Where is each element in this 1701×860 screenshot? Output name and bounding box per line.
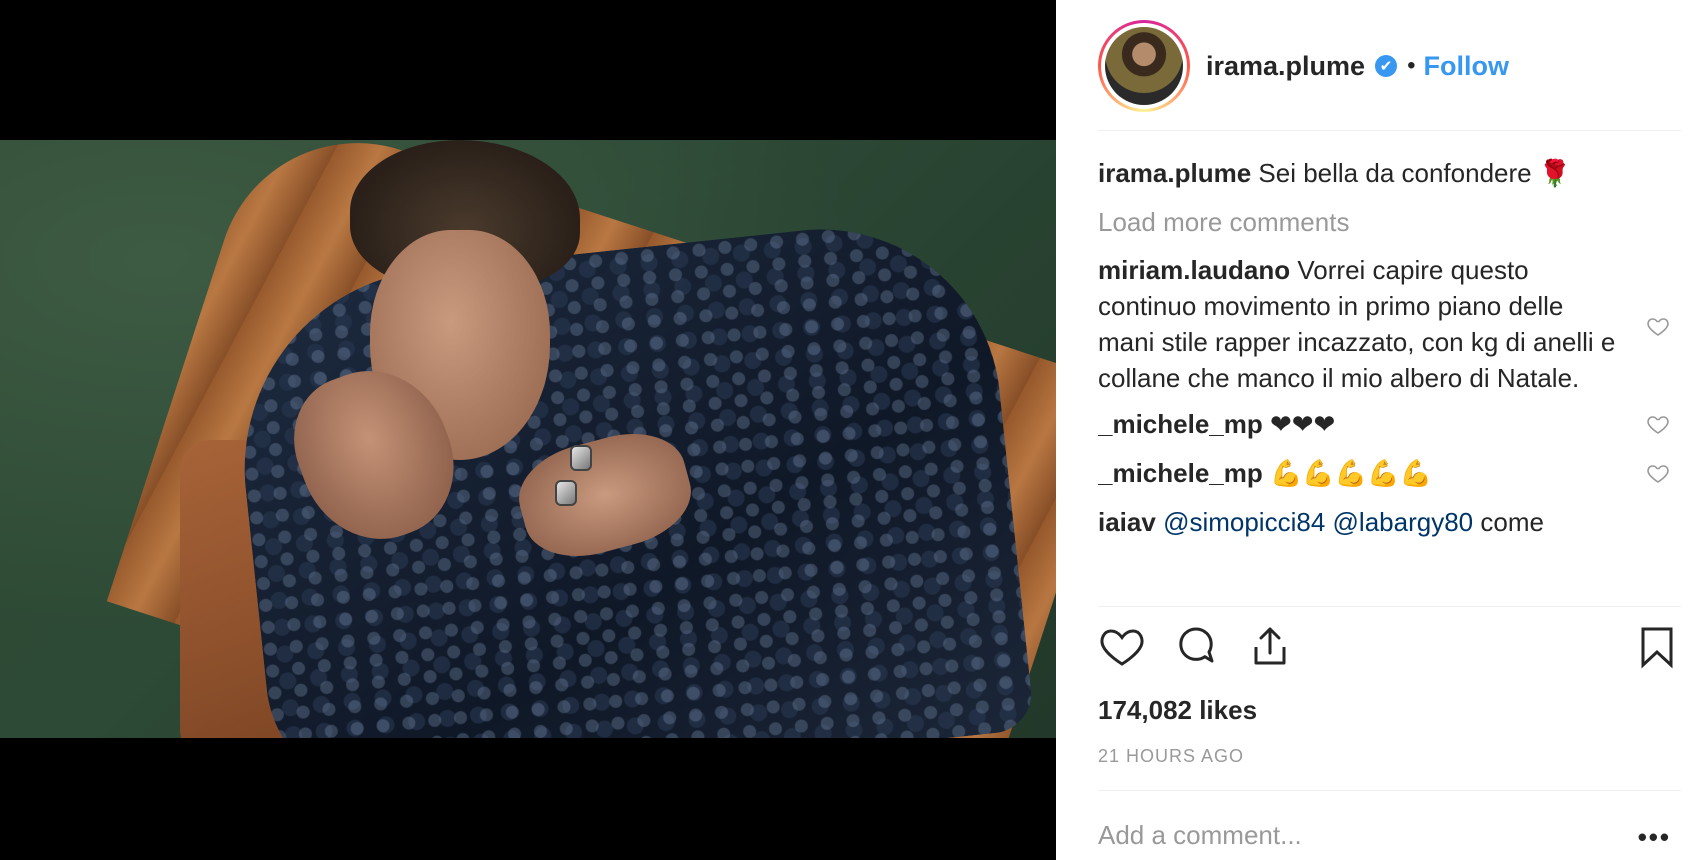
comment-mention[interactable]: @simopicci84 — [1163, 507, 1325, 537]
post-timestamp[interactable]: 21 HOURS AGO — [1098, 746, 1244, 767]
photo-ring — [555, 480, 577, 506]
comments-list[interactable]: irama.plume Sei bella da confondere 🌹 Lo… — [1098, 155, 1678, 600]
caption-text: Sei bella da confondere — [1258, 158, 1532, 188]
comment-item: _michele_mp ❤❤❤ — [1098, 406, 1678, 443]
comment-text: come — [1480, 507, 1544, 537]
bookmark-icon[interactable] — [1633, 622, 1681, 672]
header-separator: • — [1407, 52, 1416, 79]
avatar-frame — [1101, 23, 1187, 109]
photo-ring — [570, 445, 592, 471]
comment-text: ❤❤❤ — [1269, 410, 1336, 440]
likes-count[interactable]: 174,082 likes — [1098, 695, 1257, 726]
post-actions — [1098, 622, 1681, 678]
share-icon[interactable] — [1246, 622, 1294, 672]
comment-box-divider — [1098, 790, 1681, 791]
comment-username[interactable]: miriam.laudano — [1098, 255, 1290, 285]
avatar — [1105, 27, 1183, 105]
header-divider — [1098, 130, 1681, 131]
load-more-comments-button[interactable]: Load more comments — [1098, 204, 1678, 240]
comment-heart-icon[interactable] — [1646, 412, 1670, 436]
avatar-story-ring[interactable] — [1098, 20, 1190, 112]
comment-icon[interactable] — [1172, 622, 1220, 672]
heart-icon[interactable] — [1098, 622, 1146, 672]
comment-username[interactable]: _michele_mp — [1098, 458, 1263, 488]
comment-mention[interactable]: @labargy80 — [1333, 507, 1474, 537]
actions-divider — [1098, 606, 1681, 607]
comment-heart-icon[interactable] — [1646, 461, 1670, 485]
header-username[interactable]: irama.plume — [1206, 51, 1365, 82]
comment-username[interactable]: iaiav — [1098, 507, 1156, 537]
post-side-panel: irama.plume ✔ • Follow irama.plume Sei b… — [1056, 0, 1701, 860]
comment-item: _michele_mp 💪💪💪💪💪 — [1098, 455, 1678, 492]
comment-username[interactable]: _michele_mp — [1098, 409, 1263, 439]
verified-badge-icon: ✔ — [1375, 55, 1398, 77]
post-header: irama.plume ✔ • Follow — [1098, 18, 1681, 114]
comment-text: 💪💪💪💪💪 — [1269, 459, 1432, 489]
comment-heart-icon[interactable] — [1646, 314, 1670, 338]
post-photo[interactable] — [0, 140, 1056, 738]
post-caption: irama.plume Sei bella da confondere 🌹 — [1098, 155, 1678, 192]
comment-item: miriam.laudano Vorrei capire questo cont… — [1098, 252, 1678, 396]
follow-button[interactable]: Follow — [1423, 51, 1508, 82]
rose-emoji: 🌹 — [1538, 159, 1572, 189]
more-options-icon[interactable]: ••• — [1638, 822, 1671, 853]
caption-username[interactable]: irama.plume — [1098, 158, 1251, 188]
post-media — [0, 0, 1056, 860]
add-comment-input[interactable]: Add a comment... — [1098, 820, 1302, 851]
comment-item: iaiav @simopicci84 @labargy80 come — [1098, 504, 1678, 540]
